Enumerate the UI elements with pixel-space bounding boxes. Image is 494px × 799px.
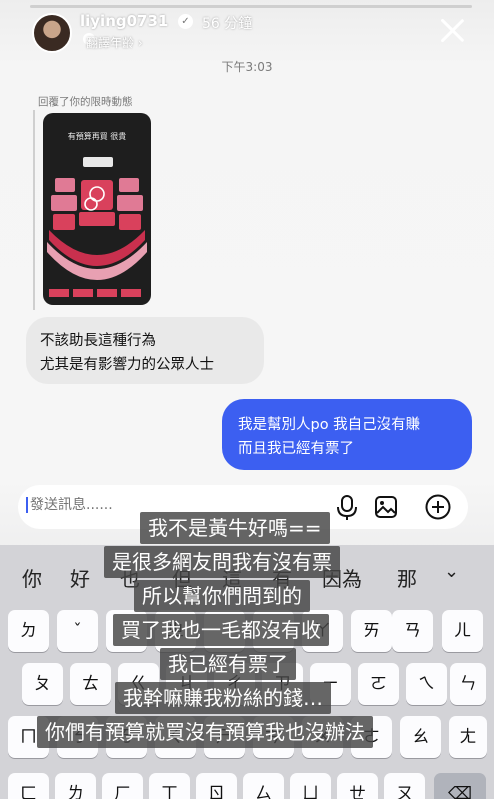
key[interactable]: ㄆ: [22, 663, 63, 705]
story-screen: liying0731 ✓ 56 分鐘 翻譯年齡 › 下午3:03 回覆了你的限時…: [0, 0, 494, 799]
key[interactable]: ㄝ: [337, 773, 378, 799]
story-caption: 是很多網友問我有沒有票: [104, 546, 340, 578]
chevron-down-icon[interactable]: ⌄: [444, 561, 459, 582]
reply-indicator-bar: [33, 110, 35, 310]
verified-badge-icon: ✓: [178, 14, 193, 29]
key[interactable]: ㄩ: [290, 773, 331, 799]
story-progress-bar: [30, 5, 472, 8]
key[interactable]: ㄖ: [196, 773, 237, 799]
key[interactable]: ㄤ: [449, 716, 487, 758]
key[interactable]: ㄏ: [102, 773, 143, 799]
story-caption: 我已經有票了: [160, 648, 296, 680]
stage-block: [83, 157, 113, 167]
key[interactable]: ㄞ: [351, 610, 392, 652]
close-icon[interactable]: [438, 16, 466, 44]
outgoing-line-1: 我是幫別人po 我自己沒有賺: [238, 417, 421, 433]
translate-link[interactable]: 翻譯年齡 ›: [86, 34, 143, 51]
story-caption: 所以幫你們問到的: [134, 580, 310, 612]
message-input[interactable]: [26, 497, 230, 513]
key[interactable]: ㄌ: [55, 773, 96, 799]
key[interactable]: ˇ: [57, 610, 98, 652]
key[interactable]: ㄈ: [8, 773, 49, 799]
story-caption: 你們有預算就買沒有預算我也沒辦法: [37, 716, 373, 748]
chat-timestamp: 下午3:03: [221, 60, 273, 74]
candidate-word[interactable]: 好: [70, 563, 90, 592]
key[interactable]: ㄙ: [243, 773, 284, 799]
price-legend-bar: [49, 289, 145, 297]
story-caption: 買了我也一毛都沒有收: [113, 614, 329, 646]
key[interactable]: ㄠ: [400, 716, 441, 758]
replied-story-thumbnail[interactable]: 有預算再買 很貴: [43, 113, 151, 305]
key[interactable]: ㄣ: [450, 663, 486, 705]
reply-label: 回覆了你的限時動態: [38, 96, 133, 108]
microphone-icon[interactable]: [336, 495, 358, 521]
story-time-ago: 56 分鐘: [202, 16, 253, 32]
outgoing-message-bubble[interactable]: 我是幫別人po 我自己沒有賺 而且我已經有票了: [222, 399, 472, 470]
candidate-word[interactable]: 你: [22, 563, 42, 592]
outgoing-line-2: 而且我已經有票了: [238, 441, 354, 457]
key[interactable]: ㄢ: [392, 610, 433, 652]
story-caption: 我不是黃牛好嗎==: [140, 512, 330, 544]
incoming-line-2: 尤其是有影響力的公眾人士: [40, 357, 214, 373]
incoming-message-bubble[interactable]: 不該助長這種行為 尤其是有影響力的公眾人士: [26, 317, 264, 384]
gallery-icon[interactable]: [375, 496, 397, 518]
key[interactable]: ㄒ: [149, 773, 190, 799]
backspace-icon[interactable]: ⌫: [434, 773, 486, 799]
candidate-word[interactable]: 那: [397, 563, 417, 592]
story-username[interactable]: liying0731: [80, 12, 168, 30]
add-icon[interactable]: [425, 494, 451, 520]
avatar[interactable]: [32, 13, 72, 53]
thumbnail-title: 有預算再買 很貴: [67, 132, 127, 141]
key[interactable]: ㄉ: [8, 610, 49, 652]
key[interactable]: ㄛ: [358, 663, 399, 705]
key[interactable]: ㄊ: [70, 663, 111, 705]
seat-map-graphic: [47, 178, 147, 280]
incoming-line-1: 不該助長這種行為: [40, 333, 156, 349]
key[interactable]: ㄦ: [442, 610, 483, 652]
key[interactable]: ㄡ: [384, 773, 425, 799]
story-caption: 我幹嘛賺我粉絲的錢…: [115, 682, 331, 714]
key[interactable]: ㄟ: [406, 663, 447, 705]
